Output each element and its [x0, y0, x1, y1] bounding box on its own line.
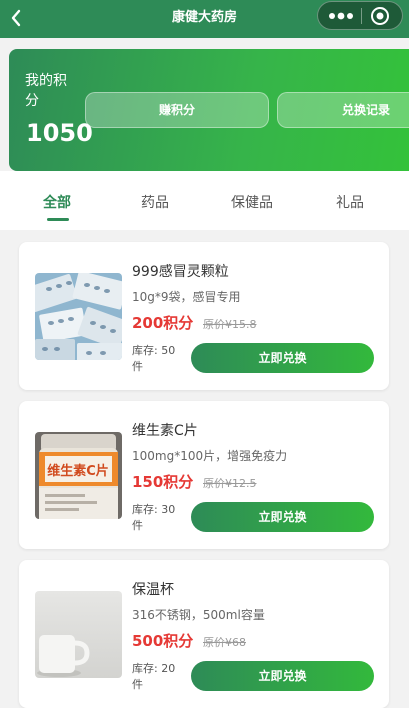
product-stock: 库存: 30件 — [132, 503, 176, 532]
product-image — [35, 273, 122, 360]
product-image: 维生素C片 — [35, 432, 122, 519]
close-mini-program-button[interactable] — [369, 5, 391, 27]
tab-health-products[interactable]: 保健品 — [231, 192, 273, 212]
points-label: 我的积分 — [25, 73, 67, 109]
product-points-price: 500积分 — [132, 632, 194, 650]
more-dots-icon — [329, 12, 353, 20]
product-description: 10g*9袋，感冒专用 — [132, 290, 241, 304]
product-stock: 库存: 50件 — [132, 344, 176, 373]
active-tab-indicator — [47, 218, 69, 221]
white-mug-image — [35, 591, 122, 678]
tab-medicine[interactable]: 药品 — [141, 192, 169, 212]
points-card: 我的积分 1050 赚积分 兑换记录 — [9, 49, 409, 171]
mini-program-capsule — [317, 1, 403, 30]
capsule-divider — [361, 8, 362, 24]
earn-points-button[interactable]: 赚积分 — [85, 92, 269, 128]
product-stock: 库存: 20件 — [132, 662, 176, 691]
bottle-label-text: 维生素C片 — [47, 463, 109, 479]
vitamin-c-bottle-image: 维生素C片 — [35, 432, 122, 519]
redeem-history-button[interactable]: 兑换记录 — [277, 92, 409, 128]
product-name: 维生素C片 — [132, 423, 198, 439]
category-tabs: 全部 药品 保健品 礼品 — [0, 171, 409, 230]
redeem-button[interactable]: 立即兑换 — [191, 502, 374, 532]
product-points-price: 200积分 — [132, 314, 194, 332]
tab-all[interactable]: 全部 — [43, 192, 71, 212]
medicine-blister-packs-image — [35, 273, 122, 360]
product-description: 316不锈钢，500ml容量 — [132, 608, 265, 622]
points-value: 1050 — [26, 119, 93, 147]
product-image — [35, 591, 122, 678]
more-button[interactable] — [328, 7, 354, 24]
product-points-price: 150积分 — [132, 473, 194, 491]
product-original-price: 原价¥68 — [203, 636, 246, 649]
product-name: 999感冒灵颗粒 — [132, 264, 229, 280]
top-nav-bar: 康健大药房 — [0, 0, 409, 38]
product-original-price: 原价¥12.5 — [203, 477, 257, 490]
redeem-button[interactable]: 立即兑换 — [191, 661, 374, 691]
product-card[interactable]: 维生素C片 维生素C片 100mg*100片，增强免疫力 150积分 原价¥12… — [19, 401, 389, 549]
target-circle-icon — [371, 7, 389, 25]
redeem-button[interactable]: 立即兑换 — [191, 343, 374, 373]
product-description: 100mg*100片，增强免疫力 — [132, 449, 288, 463]
tab-gifts[interactable]: 礼品 — [336, 192, 364, 212]
product-name: 保温杯 — [132, 582, 174, 598]
product-card[interactable]: 保温杯 316不锈钢，500ml容量 500积分 原价¥68 库存: 20件 立… — [19, 560, 389, 708]
product-original-price: 原价¥15.8 — [203, 318, 257, 331]
product-card[interactable]: 999感冒灵颗粒 10g*9袋，感冒专用 200积分 原价¥15.8 库存: 5… — [19, 242, 389, 390]
